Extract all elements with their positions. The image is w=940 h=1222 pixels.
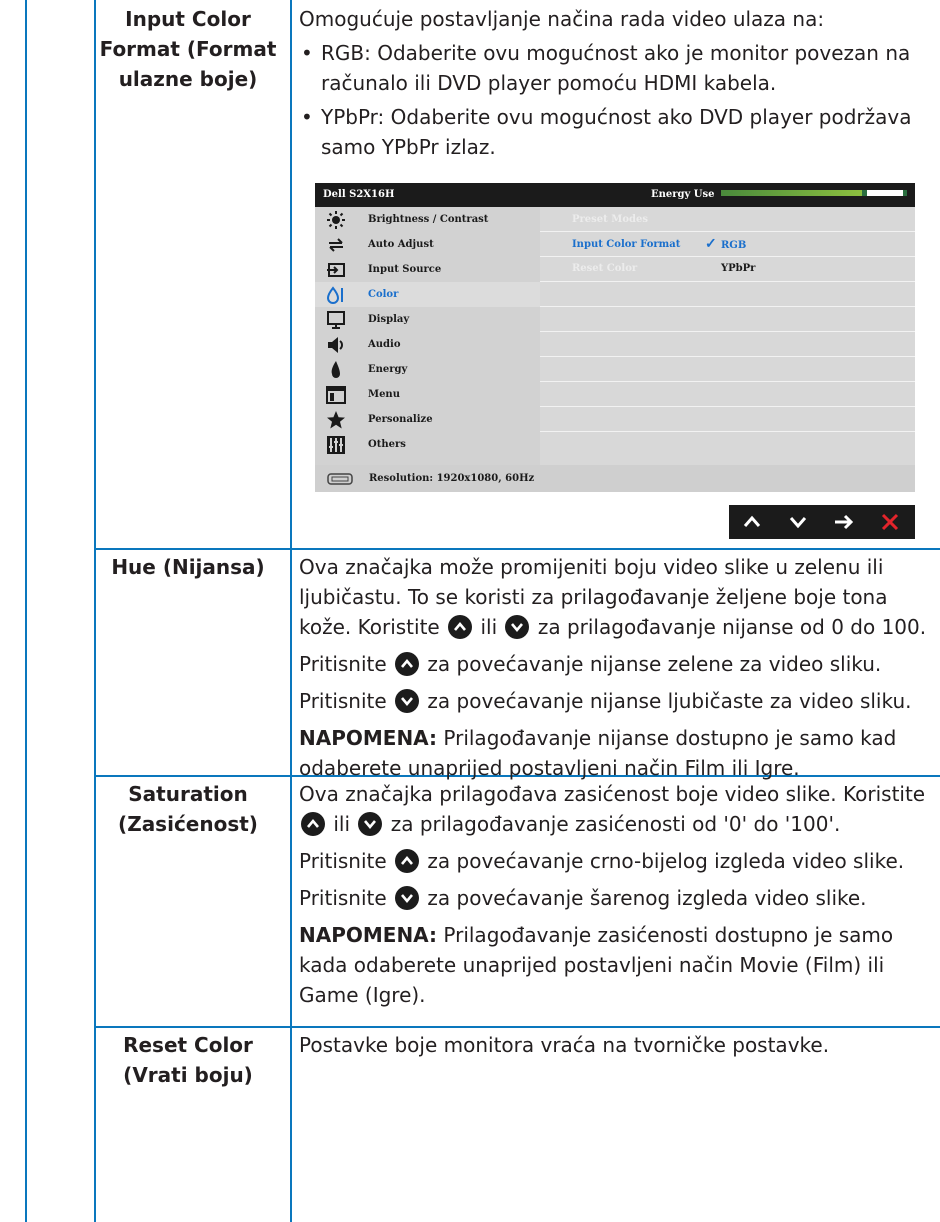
exit-button[interactable] — [867, 505, 913, 539]
close-icon — [881, 513, 899, 531]
submenu-row-preset-modes[interactable]: Preset Modes — [540, 207, 915, 232]
brightness-icon — [326, 210, 346, 230]
others-icon — [326, 435, 346, 455]
menu-item-audio[interactable]: Audio — [315, 332, 540, 357]
enter-button[interactable] — [821, 505, 867, 539]
row-label-input-color-format: Input Color Format (Format ulazne boje) — [99, 7, 277, 91]
rule-row3 — [94, 1026, 940, 1028]
osd-status-bar: Resolution: 1920x1080, 60Hz — [315, 465, 915, 492]
menu-item-personalize[interactable]: Personalize — [315, 407, 540, 432]
up-button[interactable] — [729, 505, 775, 539]
submenu-row-input-color-format[interactable]: Input Color Format ✓ RGB — [540, 232, 915, 257]
osd-menu-screenshot: Dell S2X16H Energy Use Brightness / Cont… — [315, 183, 915, 492]
down-button[interactable] — [775, 505, 821, 539]
hue-paragraph-3: Pritisnite za povećavanje nijanse ljubič… — [299, 689, 912, 713]
saturation-paragraph-1: Ova značajka prilagođava zasićenost boje… — [299, 782, 926, 836]
down-circle-icon — [505, 615, 530, 639]
menu-item-input-source[interactable]: Input Source — [315, 257, 540, 282]
menu-item-color[interactable]: Color — [315, 282, 540, 307]
row-label-reset-color: Reset Color (Vrati boju) — [123, 1033, 253, 1087]
menu-item-others[interactable]: Others — [315, 432, 540, 457]
hue-note: NAPOMENA: Prilagođavanje nijanse dostupn… — [299, 726, 897, 780]
menu-item-energy[interactable]: Energy — [315, 357, 540, 382]
up-circle-icon — [395, 849, 420, 873]
rule-left — [25, 0, 27, 1222]
option-ypbpr[interactable]: YPbPr — [721, 263, 755, 274]
up-circle-icon — [448, 615, 473, 639]
menu-item-display[interactable]: Display — [315, 307, 540, 332]
display-icon — [326, 310, 346, 330]
energy-meter — [721, 190, 907, 196]
up-circle-icon — [395, 652, 420, 676]
row-desc-input-color-format: Omogućuje postavljanje načina rada video… — [299, 4, 934, 162]
chevron-down-icon — [789, 517, 807, 529]
auto-adjust-icon — [326, 235, 346, 255]
down-circle-icon — [395, 886, 420, 910]
menu-icon — [326, 385, 346, 405]
input-source-icon — [326, 260, 346, 280]
row-desc-saturation: Ova značajka prilagođava zasićenost boje… — [299, 779, 934, 1010]
chevron-up-icon — [743, 515, 761, 527]
color-icon — [326, 285, 346, 305]
osd-submenu: Preset Modes Input Color Format ✓ RGB Re… — [540, 207, 915, 465]
row-label-hue: Hue (Nijansa) — [111, 555, 265, 579]
osd-energy-label: Energy Use — [651, 189, 715, 200]
osd-title: Dell S2X16H — [323, 189, 395, 200]
rule-col2 — [290, 0, 292, 1222]
saturation-note: NAPOMENA: Prilagođavanje zasićenosti dos… — [299, 923, 894, 1007]
row-desc-reset-color: Postavke boje monitora vraća na tvorničk… — [299, 1033, 830, 1057]
arrow-right-icon — [835, 514, 854, 530]
rule-row1 — [94, 548, 940, 550]
menu-item-brightness[interactable]: Brightness / Contrast — [315, 207, 540, 232]
down-circle-icon — [395, 689, 420, 713]
saturation-paragraph-2: Pritisnite za povećavanje crno-bijelog i… — [299, 849, 905, 873]
menu-item-menu[interactable]: Menu — [315, 382, 540, 407]
hue-paragraph-2: Pritisnite za povećavanje nijanse zelene… — [299, 652, 882, 676]
connector-icon — [327, 473, 353, 485]
osd-main-menu: Brightness / Contrast Auto Adjust Input … — [315, 207, 540, 465]
energy-icon — [326, 360, 346, 380]
check-icon: ✓ — [705, 236, 717, 252]
resolution-text: Resolution: 1920x1080, 60Hz — [369, 473, 535, 484]
audio-icon — [326, 335, 346, 355]
intro-text: Omogućuje postavljanje načina rada video… — [299, 7, 825, 31]
down-circle-icon — [358, 812, 383, 836]
row-desc-hue: Ova značajka može promijeniti boju video… — [299, 552, 934, 783]
saturation-paragraph-3: Pritisnite za povećavanje šarenog izgled… — [299, 886, 867, 910]
bullet-rgb: RGB: Odaberite ovu mogućnost ako je moni… — [299, 38, 934, 98]
submenu-row-reset-color[interactable]: Reset Color YPbPr — [540, 257, 915, 282]
menu-item-auto-adjust[interactable]: Auto Adjust — [315, 232, 540, 257]
up-circle-icon — [301, 812, 325, 836]
bullet-ypbpr: YPbPr: Odaberite ovu mogućnost ako DVD p… — [299, 102, 934, 162]
personalize-icon — [326, 410, 346, 430]
option-rgb[interactable]: RGB — [721, 240, 746, 251]
osd-nav-buttons — [729, 505, 915, 539]
row-label-saturation: Saturation (Zasićenost) — [118, 782, 258, 836]
hue-paragraph-1: Ova značajka može promijeniti boju video… — [299, 555, 927, 639]
